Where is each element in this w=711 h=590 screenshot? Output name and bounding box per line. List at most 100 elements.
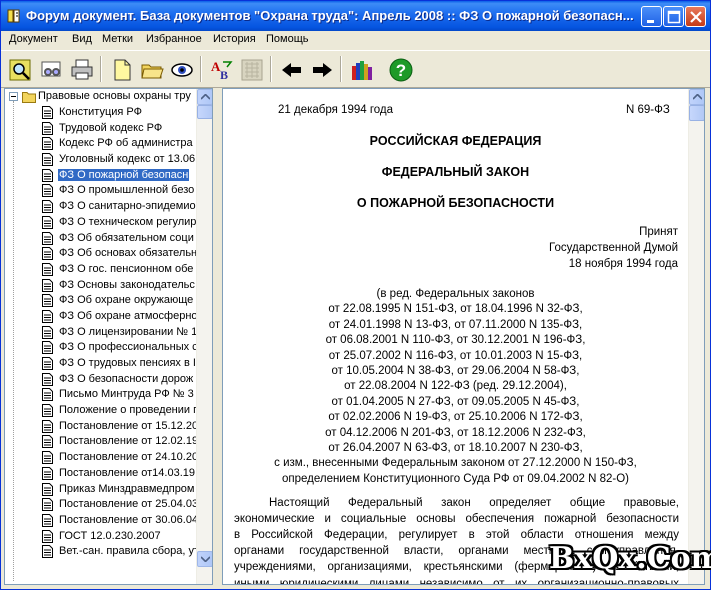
scroll-up-button[interactable] [689, 89, 704, 105]
tree-item[interactable]: ФЗ О трудовых пенсиях в I [5, 356, 200, 372]
tree-item[interactable]: Трудовой кодекс РФ [5, 121, 200, 137]
tree-item[interactable]: Приказ Минздравмедпром [5, 482, 200, 498]
tree-item-list: Конституция РФ Трудовой кодекс РФ Кодекс Р… [5, 105, 200, 560]
menu-document[interactable]: Документ [9, 33, 58, 45]
tree-item[interactable]: Постановление от 30.06.04 [5, 513, 200, 529]
document-icon [41, 106, 54, 121]
menu-help[interactable]: Помощь [266, 33, 309, 45]
tree-item[interactable]: ФЗ О гос. пенсионном обе [5, 262, 200, 278]
tree-item[interactable]: ФЗ О безопасности дорож [5, 372, 200, 388]
open-document-icon[interactable] [107, 55, 136, 84]
document-icon [41, 137, 54, 152]
tree-item[interactable]: ФЗ О профессиональных с [5, 340, 200, 356]
document-icon [41, 404, 54, 419]
document-icon [41, 498, 54, 513]
tree-item-label: Письмо Минтруда РФ № 3 [59, 388, 194, 401]
map-icon[interactable] [237, 55, 266, 84]
open-folder-icon[interactable] [137, 55, 166, 84]
tree-item-label: Постановление от 25.04.03 [59, 498, 199, 511]
document-icon [41, 309, 54, 325]
tree-item[interactable]: ФЗ О пожарной безопасн [5, 167, 200, 184]
svg-text:?: ? [396, 61, 406, 80]
document-viewer[interactable]: 21 декабря 1994 года N 69-ФЗ РОССИЙСКАЯ … [222, 88, 705, 585]
tree-item[interactable]: ФЗ Об охране окружающе [5, 293, 200, 309]
print-icon[interactable] [67, 55, 96, 84]
tree-item[interactable]: Уголовный кодекс от 13.06 [5, 152, 200, 168]
document-icon [41, 341, 54, 356]
binoculars-icon[interactable] [37, 55, 66, 84]
search-icon[interactable] [6, 55, 35, 84]
toolbar-separator [270, 56, 272, 82]
scroll-down-button[interactable] [197, 551, 212, 567]
menu-bar: Документ Вид Метки Избранное История Пом… [1, 31, 710, 49]
tree-item-label: Вет.-сан. правила сбора, ут [59, 545, 200, 558]
close-button[interactable] [685, 6, 706, 27]
tree-item[interactable]: Вет.-сан. правила сбора, ут [5, 544, 200, 560]
revision-line: определением Конституционного Суда РФ от… [281, 472, 630, 485]
document-icon [41, 153, 54, 168]
tree-item[interactable]: ФЗ Об охране атмосферно [5, 309, 200, 325]
document-icon [41, 215, 54, 231]
scroll-thumb[interactable] [689, 105, 704, 121]
maximize-button[interactable] [663, 6, 684, 27]
revision-line: от 06.08.2001 N 110-ФЗ, от 30.12.2001 N … [325, 334, 586, 347]
tree-item[interactable]: ГОСТ 12.0.230.2007 [5, 529, 200, 545]
document-scrollbar[interactable] [688, 89, 704, 584]
body-line: экономические и социальные основы обеспе… [234, 513, 679, 526]
document-icon [41, 121, 54, 137]
tree-item[interactable]: ФЗ О санитарно-эпидемио [5, 199, 200, 215]
toolbar-separator [200, 56, 202, 82]
tree-item[interactable]: Положение о проведении г [5, 403, 200, 419]
tree-item[interactable]: ФЗ О промышленной безо [5, 183, 200, 199]
forward-arrow-icon[interactable] [307, 55, 336, 84]
menu-history[interactable]: История [213, 33, 256, 45]
tree-item[interactable]: Постановление от14.03.19! [5, 466, 200, 482]
tree-item-label: ФЗ О трудовых пенсиях в I [59, 357, 196, 369]
tree-item[interactable]: Постановление от 15.12.20 [5, 419, 200, 435]
heading-law-title: О ПОЖАРНОЙ БЕЗОПАСНОСТИ [356, 196, 555, 210]
adopted-line: Государственной Думой [549, 242, 678, 254]
tree-item[interactable]: ФЗ О техническом регулир [5, 215, 200, 231]
tree-item[interactable]: Кодекс РФ об администра [5, 136, 200, 152]
document-icon [41, 466, 54, 482]
document-date: 21 декабря 1994 года [278, 104, 394, 116]
document-icon [41, 357, 54, 372]
document-icon [41, 168, 54, 184]
tree-scrollbar[interactable] [196, 89, 212, 584]
tree-item[interactable]: Конституция РФ [5, 105, 200, 121]
folder-icon [22, 90, 37, 106]
scroll-up-button[interactable] [197, 89, 212, 105]
title-bar[interactable]: Форум документ. База документов "Охрана … [1, 1, 710, 31]
tree-item[interactable]: ФЗ Основы законодательс [5, 278, 200, 294]
heading-federation: РОССИЙСКАЯ ФЕДЕРАЦИЯ [369, 134, 542, 148]
menu-view[interactable]: Вид [72, 33, 92, 45]
collapse-icon[interactable] [9, 92, 18, 101]
tree-item[interactable]: Постановление от 24.10.20 [5, 450, 200, 466]
minimize-button[interactable] [641, 6, 662, 27]
view-eye-icon[interactable] [167, 55, 196, 84]
document-tree[interactable]: Правовые основы охраны тру Конституция Р… [4, 88, 213, 585]
revision-line: от 02.02.2006 N 19-ФЗ, от 25.10.2006 N 1… [328, 411, 583, 424]
tree-item[interactable]: Постановление от 25.04.03 [5, 497, 200, 513]
scroll-thumb[interactable] [197, 105, 212, 119]
tree-item[interactable]: Письмо Минтруда РФ № 3 [5, 387, 200, 403]
tree-item-label: Положение о проведении г [59, 404, 198, 417]
body-line: иными юридическими лицами независимо от … [234, 577, 679, 585]
help-icon[interactable]: ? [386, 55, 415, 84]
spellcheck-icon[interactable]: AB [207, 55, 236, 84]
tree-item[interactable]: ФЗ О лицензировании № 1 [5, 325, 200, 341]
toolbar-separator [340, 56, 342, 82]
document-icon [41, 325, 54, 341]
tree-item[interactable]: ФЗ Об основах обязательн [5, 246, 200, 262]
library-books-icon[interactable] [347, 55, 376, 84]
tree-item-label: ФЗ О промышленной безо [59, 184, 195, 197]
tree-item[interactable]: ФЗ Об обязательном соци [5, 231, 200, 247]
tree-item[interactable]: Постановление от 12.02.19 [5, 434, 200, 450]
tree-item-label: Постановление от 12.02.19 [59, 435, 199, 448]
body-line: в Российской Федерации, регулирует в это… [234, 529, 679, 542]
document-icon [41, 451, 54, 466]
back-arrow-icon[interactable] [277, 55, 306, 84]
menu-bookmarks[interactable]: Метки [102, 33, 133, 45]
revision-line: от 01.04.2005 N 27-ФЗ, от 09.05.2005 N 4… [331, 395, 580, 408]
menu-favorites[interactable]: Избранное [146, 33, 202, 45]
